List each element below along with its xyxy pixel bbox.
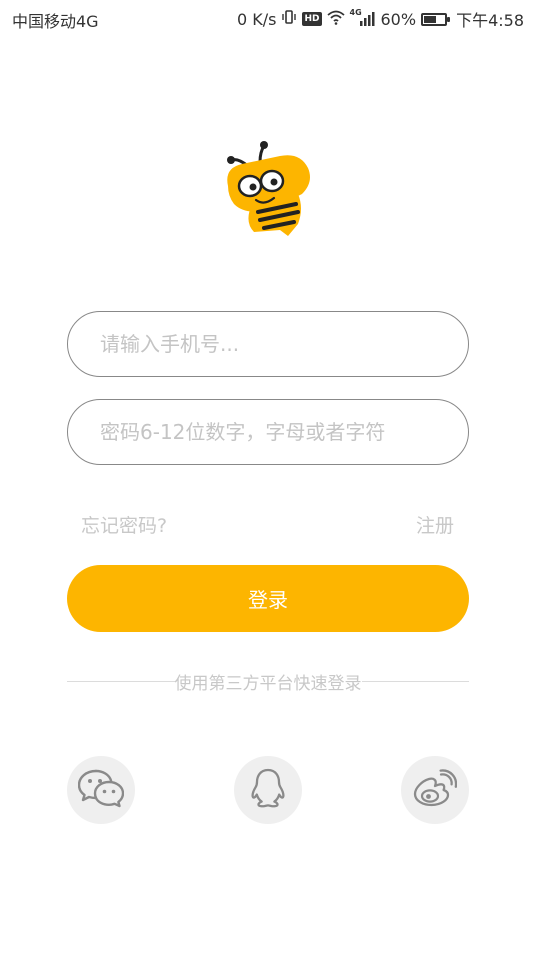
battery-level (424, 15, 437, 23)
phone-field[interactable] (67, 311, 469, 377)
divider-line-left (67, 681, 175, 682)
wechat-login-button[interactable] (67, 756, 135, 824)
battery-icon (421, 12, 451, 26)
password-input[interactable] (98, 419, 448, 445)
third-party-divider: 使用第三方平台快速登录 (67, 669, 469, 694)
vibrate-icon (281, 9, 297, 29)
qq-login-button[interactable] (234, 756, 302, 824)
wifi-icon (326, 9, 345, 29)
wechat-icon (77, 768, 125, 812)
weibo-icon (413, 769, 458, 811)
login-screen: 中国移动4G 0 K/s HD 4G 60% 下午4:58 请输入手机号... … (0, 0, 536, 953)
login-button[interactable]: 登录 (67, 565, 469, 632)
clock: 下午4:58 (456, 11, 524, 30)
network-speed: 0 K/s (237, 9, 277, 29)
register-link[interactable]: 注册 (416, 511, 454, 538)
forgot-password-link[interactable]: 忘记密码? (81, 511, 167, 538)
signal-icon: 4G (350, 8, 376, 27)
weibo-login-button[interactable] (401, 756, 469, 824)
battery-percent: 60% (380, 9, 417, 29)
status-indicators: 0 K/s HD 4G 60% 下午4:58 (237, 7, 524, 31)
divider-line-right (361, 681, 469, 682)
hd-badge: HD (302, 12, 322, 26)
bee-logo-icon (218, 138, 318, 242)
qq-icon (251, 768, 285, 812)
password-field[interactable] (67, 399, 469, 465)
third-party-label: 使用第三方平台快速登录 (174, 674, 362, 694)
status-bar: 中国移动4G 0 K/s HD 4G 60% 下午4:58 (0, 0, 536, 36)
phone-input[interactable] (98, 331, 448, 357)
carrier-label: 中国移动4G (12, 12, 99, 31)
